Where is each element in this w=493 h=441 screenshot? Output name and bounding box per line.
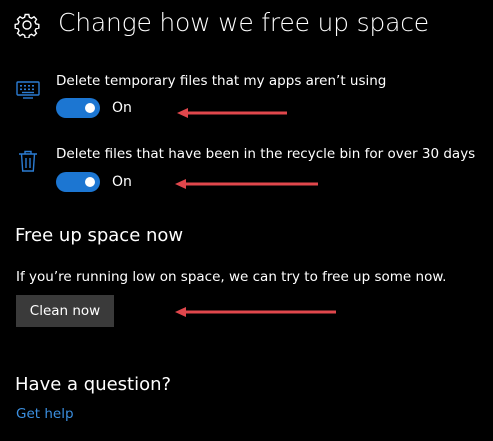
- annotation-arrow-icon: [177, 108, 287, 118]
- get-help-link[interactable]: Get help: [16, 406, 74, 422]
- annotation-arrow-icon: [175, 307, 336, 317]
- setting-label-recycle-bin: Delete files that have been in the recyc…: [56, 146, 476, 162]
- toggle-temporary-files[interactable]: [56, 98, 100, 118]
- trash-icon: [19, 150, 37, 172]
- keyboard-icon: [16, 81, 40, 99]
- toggle-state-temporary-files: On: [112, 100, 132, 116]
- annotation-arrow-icon: [175, 179, 318, 189]
- toggle-knob: [85, 177, 95, 187]
- help-heading: Have a question?: [15, 374, 172, 395]
- gear-icon: [14, 13, 40, 38]
- setting-label-temporary-files: Delete temporary files that my apps aren…: [56, 73, 387, 89]
- toggle-recycle-bin[interactable]: [56, 172, 100, 192]
- free-up-space-description: If you’re running low on space, we can t…: [16, 269, 447, 285]
- toggle-knob: [85, 103, 95, 113]
- clean-now-button[interactable]: Clean now: [16, 295, 114, 327]
- page-title: Change how we free up space: [58, 8, 429, 37]
- free-up-space-heading: Free up space now: [15, 225, 184, 246]
- toggle-state-recycle-bin: On: [112, 174, 132, 190]
